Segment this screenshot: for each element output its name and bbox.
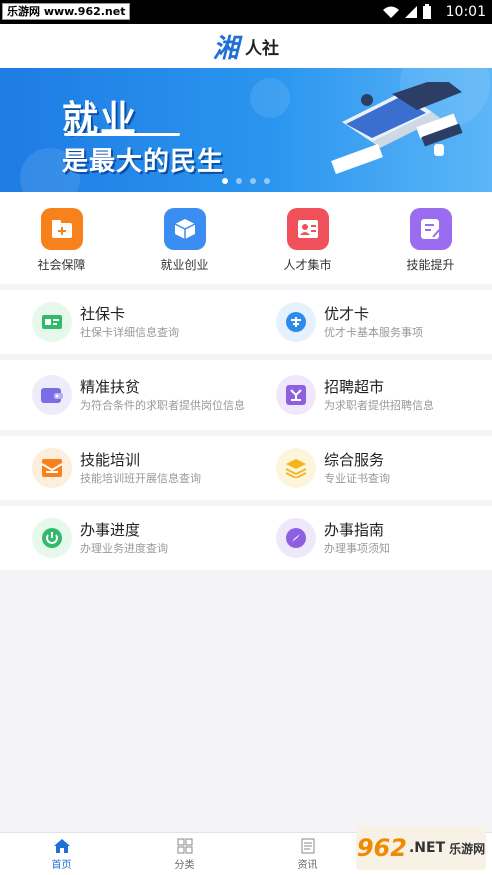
talent-card-icon xyxy=(276,302,316,342)
quick-label: 人才集市 xyxy=(283,258,332,272)
service-social-card[interactable]: 社保卡 社保卡详细信息查询 xyxy=(0,290,246,354)
folder-plus-icon xyxy=(40,208,83,250)
wallet-icon xyxy=(32,375,72,415)
service-poverty-relief[interactable]: 精准扶贫 为符合条件的求职者提供岗位信息 xyxy=(0,360,246,430)
status-bar: 乐游网 www.962.net 10:01 xyxy=(0,0,492,24)
service-row: 技能培训 技能培训班开展信息查询 综合服务 专业证书查询 xyxy=(0,436,492,500)
service-progress[interactable]: 办事进度 办理业务进度查询 xyxy=(0,506,246,570)
id-card-icon xyxy=(286,208,329,250)
status-icons xyxy=(382,4,432,20)
service-subtitle: 为符合条件的求职者提供岗位信息 xyxy=(80,398,245,412)
service-title: 办事指南 xyxy=(324,520,385,539)
quick-social-security[interactable]: 社会保障 xyxy=(12,208,112,284)
banner-underline xyxy=(64,133,180,136)
app-title: 人社 xyxy=(245,38,279,59)
laptop-books-illustration xyxy=(331,82,463,175)
service-subtitle: 社保卡详细信息查询 xyxy=(80,325,179,339)
quick-label: 社会保障 xyxy=(37,258,86,272)
mail-icon xyxy=(32,448,72,488)
watermark-label: 乐游网 www.962.net xyxy=(2,3,131,20)
service-row: 精准扶贫 为符合条件的求职者提供岗位信息 招聘超市 为求职者提供招聘信息 xyxy=(0,360,492,430)
service-title: 招聘超市 xyxy=(324,377,385,396)
document-icon xyxy=(301,838,314,854)
service-guide[interactable]: 办事指南 办理事项须知 xyxy=(246,506,492,570)
service-recruitment-market[interactable]: 招聘超市 为求职者提供招聘信息 xyxy=(246,360,492,430)
service-title: 综合服务 xyxy=(324,450,385,469)
carousel-dot[interactable] xyxy=(222,178,228,184)
quick-label: 就业创业 xyxy=(160,258,209,272)
carousel-dots xyxy=(0,178,492,184)
quick-employment[interactable]: 就业创业 xyxy=(135,208,235,284)
grid-icon xyxy=(177,838,192,854)
quick-label: 技能提升 xyxy=(406,258,455,272)
card-icon xyxy=(32,302,72,342)
watermark-site: 乐游网 xyxy=(449,841,486,856)
service-subtitle: 技能培训班开展信息查询 xyxy=(80,471,201,485)
battery-icon xyxy=(423,4,431,19)
service-general[interactable]: 综合服务 专业证书查询 xyxy=(246,436,492,500)
cube-icon xyxy=(163,208,206,250)
service-row: 办事进度 办理业务进度查询 办事指南 办理事项须知 xyxy=(0,506,492,570)
network-icon xyxy=(276,375,316,415)
tab-news[interactable]: 资讯 xyxy=(246,833,369,875)
site-watermark: 962 .NET 乐游网 xyxy=(356,826,486,870)
carousel-dot[interactable] xyxy=(236,178,242,184)
quick-talent-market[interactable]: 人才集市 xyxy=(258,208,358,284)
promo-banner[interactable]: 就业 是最大的民生 xyxy=(0,68,492,192)
tab-label: 分类 xyxy=(174,860,195,871)
service-subtitle: 优才卡基本服务事项 xyxy=(324,325,423,339)
service-title: 精准扶贫 xyxy=(80,377,141,396)
service-subtitle: 专业证书查询 xyxy=(324,471,390,485)
wifi-icon xyxy=(383,6,399,18)
tab-category[interactable]: 分类 xyxy=(123,833,246,875)
home-icon xyxy=(53,839,70,853)
signal-icon xyxy=(405,6,417,18)
banner-subheadline: 是最大的民生 xyxy=(62,147,225,177)
tab-home[interactable]: 首页 xyxy=(0,833,123,875)
service-title: 社保卡 xyxy=(80,304,126,323)
service-talent-card[interactable]: 优才卡 优才卡基本服务事项 xyxy=(246,290,492,354)
carousel-dot[interactable] xyxy=(264,178,270,184)
service-subtitle: 办理事项须知 xyxy=(324,541,390,555)
app-logo-mark: 湘 xyxy=(212,33,239,64)
service-subtitle: 办理业务进度查询 xyxy=(80,541,168,555)
service-title: 技能培训 xyxy=(80,450,141,469)
clock: 10:01 xyxy=(445,4,486,20)
service-skill-training[interactable]: 技能培训 技能培训班开展信息查询 xyxy=(0,436,246,500)
note-edit-icon xyxy=(409,208,452,250)
service-grid: 社保卡 社保卡详细信息查询 优才卡 优才卡基本服务事项 精准扶贫 为符合条件的求… xyxy=(0,290,492,576)
service-row: 社保卡 社保卡详细信息查询 优才卡 优才卡基本服务事项 xyxy=(0,290,492,354)
power-icon xyxy=(32,518,72,558)
app-header: 湘 人社 xyxy=(0,24,492,68)
tab-label: 首页 xyxy=(51,860,72,871)
quick-actions: 社会保障 就业创业 人才集市 技能提升 xyxy=(0,192,492,284)
quick-skill-upgrade[interactable]: 技能提升 xyxy=(381,208,481,284)
carousel-dot[interactable] xyxy=(250,178,256,184)
banner-decor-circle xyxy=(250,78,290,118)
layers-icon xyxy=(276,448,316,488)
service-subtitle: 为求职者提供招聘信息 xyxy=(324,398,434,412)
service-title: 办事进度 xyxy=(80,520,141,539)
watermark-suffix: .NET xyxy=(408,840,446,856)
watermark-number: 962 xyxy=(356,834,407,862)
tab-label: 资讯 xyxy=(297,860,318,871)
service-title: 优才卡 xyxy=(324,304,370,323)
compass-icon xyxy=(276,518,316,558)
